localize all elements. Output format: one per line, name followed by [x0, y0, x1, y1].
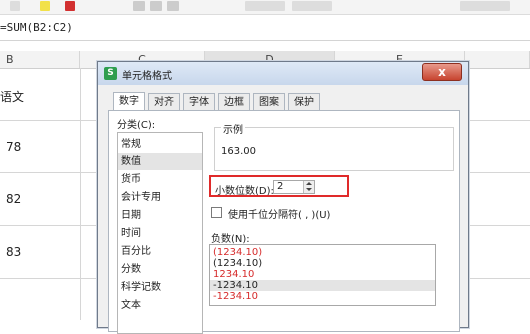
font-color-icon[interactable] [65, 1, 75, 11]
format-cells-dialog: S 单元格格式 x 数字 对齐 字体 边框 图案 保护 分类(C): 常规 数值… [97, 61, 469, 334]
category-item[interactable]: 科学记数 [118, 279, 202, 296]
tab-number[interactable]: 数字 [113, 92, 145, 111]
category-item[interactable]: 文本 [118, 297, 202, 314]
negative-numbers-list[interactable]: (1234.10) (1234.10) 1234.10 -1234.10 -12… [209, 244, 436, 306]
tab-pattern[interactable]: 图案 [253, 93, 285, 110]
negative-numbers-label: 负数(N): [211, 234, 250, 245]
spin-buttons[interactable] [303, 181, 314, 193]
category-item[interactable]: 百分比 [118, 243, 202, 260]
formula-bar[interactable]: =SUM(B2:C2) [0, 15, 530, 41]
category-item[interactable]: 货币 [118, 171, 202, 188]
decimal-places-input[interactable]: 2 [273, 180, 315, 194]
cell-b2[interactable]: 78 [6, 140, 21, 154]
thousands-separator-label: 使用千位分隔符( , )(U) [228, 210, 331, 221]
app-icon: S [104, 67, 117, 80]
align-right-icon[interactable] [167, 1, 179, 11]
tab-font[interactable]: 字体 [183, 93, 215, 110]
category-item[interactable]: 时间 [118, 225, 202, 242]
negative-option[interactable]: -1234.10 [210, 291, 435, 302]
grid-line [80, 68, 81, 320]
dialog-title: 单元格格式 [122, 71, 172, 82]
toolbar [0, 0, 530, 15]
cell-b3[interactable]: 82 [6, 192, 21, 206]
column-header-b[interactable]: B [0, 51, 80, 68]
column-header-f[interactable] [465, 51, 530, 68]
sample-group: 示例 163.00 [214, 121, 454, 171]
merge-cells-icon[interactable] [245, 1, 285, 11]
category-item[interactable]: 日期 [118, 207, 202, 224]
format-icon[interactable] [460, 1, 510, 11]
cell-b4[interactable]: 83 [6, 245, 21, 259]
category-item[interactable]: 会计专用 [118, 189, 202, 206]
thousands-separator-checkbox[interactable] [211, 207, 222, 218]
negative-option[interactable]: (1234.10) [210, 247, 435, 258]
wrap-text-icon[interactable] [292, 1, 332, 11]
formula-text: =SUM(B2:C2) [0, 21, 73, 34]
sample-legend: 示例 [221, 121, 245, 136]
negative-option[interactable]: -1234.10 [210, 280, 435, 291]
decimal-places-value: 2 [277, 181, 284, 192]
dialog-title-bar[interactable]: S 单元格格式 x [98, 62, 468, 85]
toolbar-button[interactable] [10, 1, 20, 11]
close-button[interactable]: x [422, 63, 462, 81]
category-item[interactable]: 数值 [118, 153, 202, 170]
category-item[interactable]: 常规 [118, 136, 202, 153]
decimal-places-label: 小数位数(D): [215, 186, 274, 197]
negative-option[interactable]: 1234.10 [210, 269, 435, 280]
category-list[interactable]: 常规 数值 货币 会计专用 日期 时间 百分比 分数 科学记数 文本 [117, 132, 203, 334]
cell-b1[interactable]: 语文 [0, 88, 24, 105]
align-center-icon[interactable] [150, 1, 162, 11]
highlight-color-icon[interactable] [40, 1, 50, 11]
negative-option[interactable]: (1234.10) [210, 258, 435, 269]
tab-protection[interactable]: 保护 [288, 93, 320, 110]
align-left-icon[interactable] [133, 1, 145, 11]
spin-down-icon[interactable] [306, 188, 312, 191]
tab-border[interactable]: 边框 [218, 93, 250, 110]
category-item[interactable]: 分数 [118, 261, 202, 278]
category-label: 分类(C): [117, 120, 156, 131]
tab-alignment[interactable]: 对齐 [148, 93, 180, 110]
spin-up-icon[interactable] [306, 182, 312, 185]
sample-value: 163.00 [221, 146, 256, 157]
